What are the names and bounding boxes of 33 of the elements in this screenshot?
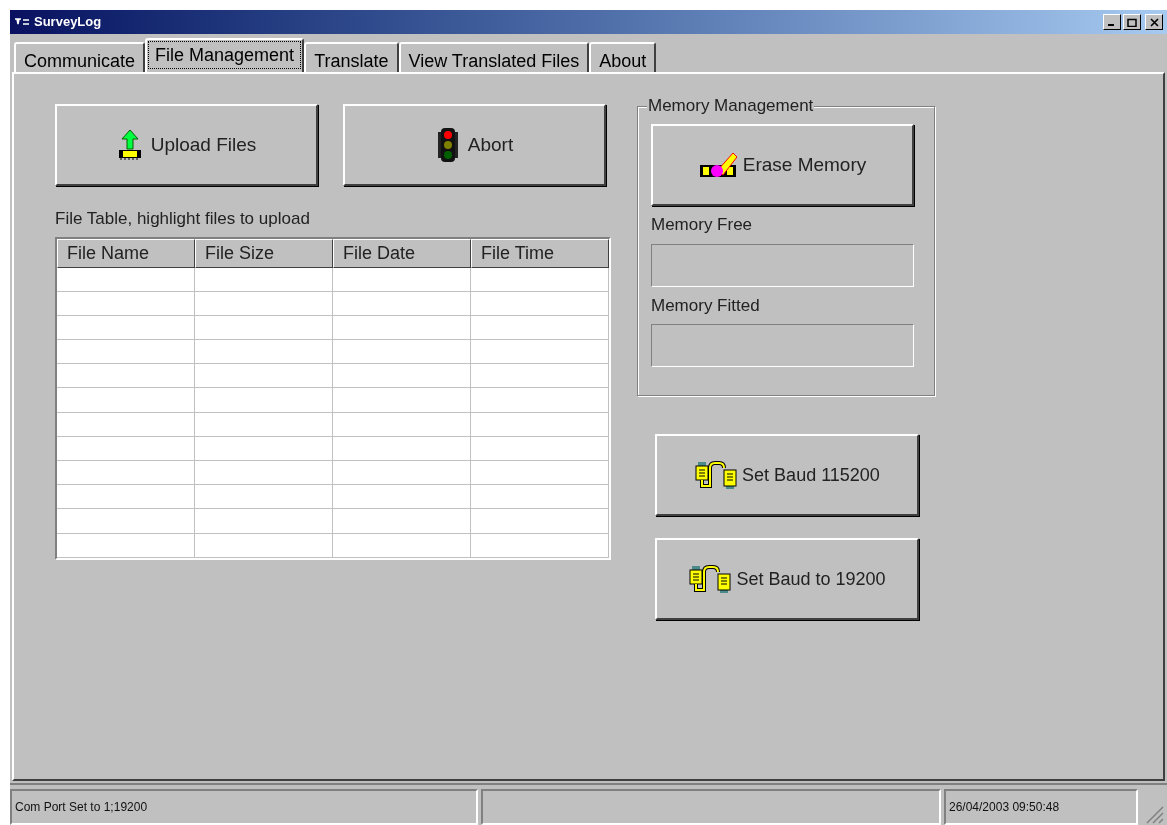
- field-label: Memory Fitted: [651, 294, 761, 317]
- tab[interactable]: View Translated Files: [398, 42, 590, 72]
- input-field[interactable]: [651, 324, 914, 367]
- file-table[interactable]: File Name File Size File Date File Time: [55, 236, 611, 560]
- erase-memory-button[interactable]: Erase Memory: [651, 124, 914, 206]
- column-header[interactable]: File Date: [333, 238, 471, 268]
- tab[interactable]: File Management: [145, 38, 305, 72]
- close-button[interactable]: [1145, 14, 1163, 30]
- status-message: Com Port Set to 1;19200: [10, 789, 478, 825]
- close-icon: [1149, 17, 1159, 27]
- minimize-icon: [1108, 24, 1114, 26]
- tab[interactable]: About: [589, 42, 657, 72]
- status-datetime: 26/04/2003 09:50:48: [944, 789, 1138, 825]
- field-label: Memory Free: [651, 214, 754, 236]
- minimize-button[interactable]: [1103, 14, 1121, 30]
- group-title: Memory Management: [647, 96, 815, 116]
- column-header[interactable]: File Name: [57, 238, 195, 268]
- app-icon: [14, 16, 30, 28]
- upload-button[interactable]: Upload Files: [55, 104, 318, 186]
- abort-button[interactable]: Abort: [343, 104, 606, 186]
- input-field[interactable]: [651, 243, 914, 287]
- maximize-icon: [1127, 17, 1137, 27]
- baud-button[interactable]: Set Baud 115200: [655, 434, 919, 516]
- maximize-button[interactable]: [1123, 14, 1141, 30]
- traffic-light-icon: [435, 127, 460, 163]
- table-caption: File Table, highlight files to upload: [55, 208, 311, 230]
- window-title: SurveyLog: [34, 13, 102, 32]
- column-header[interactable]: File Time: [471, 238, 609, 268]
- baud-button[interactable]: Set Baud to 19200: [655, 538, 919, 620]
- upload-icon: [116, 129, 143, 161]
- tab[interactable]: Translate: [304, 42, 399, 72]
- tab[interactable]: Communicate: [14, 42, 146, 72]
- column-header[interactable]: File Size: [195, 238, 333, 268]
